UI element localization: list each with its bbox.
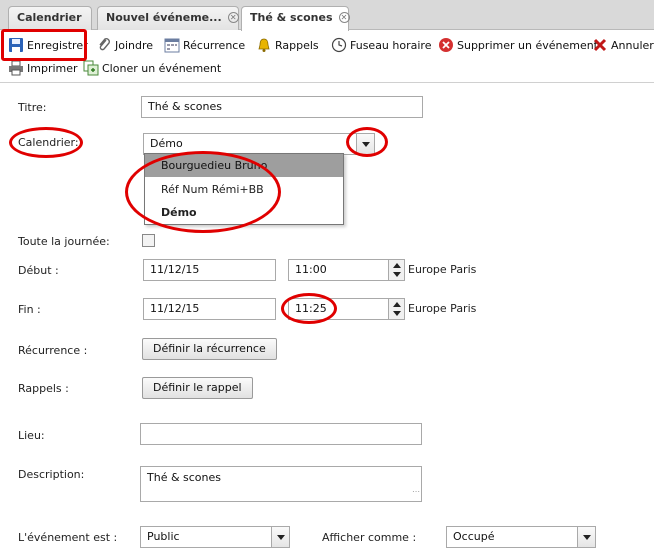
paperclip-icon xyxy=(99,38,110,51)
clone-icon xyxy=(83,60,99,76)
start-time-value: 11:00 xyxy=(295,263,327,276)
end-timezone: Europe Paris xyxy=(408,302,477,315)
timezone-button-label: Fuseau horaire xyxy=(350,39,432,52)
visibility-label: L'événement est : xyxy=(18,531,118,544)
location-label: Lieu: xyxy=(18,429,45,442)
tab-calendar[interactable]: Calendrier xyxy=(8,6,92,30)
calendar-select[interactable]: Démo xyxy=(143,133,375,155)
cancel-button[interactable]: Annuler xyxy=(592,36,654,56)
showas-select[interactable]: Occupé xyxy=(446,526,596,548)
title-label: Titre: xyxy=(18,101,47,114)
recurrence-label: Récurrence : xyxy=(18,344,88,357)
cancel-x-icon xyxy=(593,38,607,52)
printer-icon xyxy=(9,60,23,76)
dropdown-option[interactable]: Démo xyxy=(145,201,343,224)
close-icon[interactable]: ✕ xyxy=(227,12,239,23)
delete-event-button[interactable]: Supprimer un événement xyxy=(438,36,598,56)
recurrence-button[interactable]: Récurrence xyxy=(164,36,245,56)
start-timezone: Europe Paris xyxy=(408,263,477,276)
tab-label: Thé & scones xyxy=(250,11,333,24)
clock-icon xyxy=(331,37,347,53)
arrow-down-icon[interactable] xyxy=(393,272,401,277)
save-button[interactable]: Enregistrer xyxy=(8,36,88,56)
reminders-button[interactable]: Rappels xyxy=(256,36,319,56)
title-input[interactable]: Thé & scones xyxy=(141,96,423,118)
visibility-select[interactable]: Public xyxy=(140,526,290,548)
cancel-button-label: Annuler xyxy=(611,39,654,52)
arrow-down-icon[interactable] xyxy=(393,311,401,316)
time-stepper[interactable] xyxy=(388,260,404,280)
visibility-select-value: Public xyxy=(147,530,180,543)
showas-label: Afficher comme : xyxy=(322,531,417,544)
showas-select-value: Occupé xyxy=(453,530,495,543)
dropdown-option[interactable]: Bourguedieu Bruno xyxy=(145,154,343,177)
define-recurrence-button[interactable]: Définir la récurrence xyxy=(142,338,277,360)
close-icon[interactable]: ✕ xyxy=(338,12,350,23)
arrow-up-icon[interactable] xyxy=(393,263,401,268)
attach-button[interactable]: Joindre xyxy=(96,36,153,56)
print-button-label: Imprimer xyxy=(27,62,78,75)
attach-button-label: Joindre xyxy=(115,39,154,52)
calendar-dropdown-list: Bourguedieu Bruno Réf Num Rémi+BB Démo xyxy=(144,153,344,225)
reminders-label: Rappels : xyxy=(18,382,69,395)
start-date-input[interactable]: 11/12/15 xyxy=(143,259,276,281)
dropdown-option[interactable]: Réf Num Rémi+BB xyxy=(145,178,343,201)
tab-new-event[interactable]: Nouvel événeme... ✕ xyxy=(97,6,239,30)
start-time-input[interactable]: 11:00 xyxy=(288,259,405,281)
end-time-input[interactable]: 11:25 xyxy=(288,298,405,320)
floppy-disk-icon xyxy=(9,38,23,52)
calendar-select-value: Démo xyxy=(150,137,183,150)
chevron-down-icon[interactable] xyxy=(271,527,289,547)
description-textarea[interactable]: Thé & scones ⋯ xyxy=(140,466,422,502)
print-button[interactable]: Imprimer xyxy=(8,59,78,79)
end-time-value: 11:25 xyxy=(295,302,327,315)
arrow-up-icon[interactable] xyxy=(393,302,401,307)
end-date-input[interactable]: 11/12/15 xyxy=(143,298,276,320)
description-value: Thé & scones xyxy=(147,471,222,484)
clone-event-button[interactable]: Cloner un événement xyxy=(83,59,221,79)
start-label: Début : xyxy=(18,264,59,277)
allday-checkbox[interactable] xyxy=(142,234,155,247)
delete-icon xyxy=(439,38,453,52)
tab-label: Nouvel événeme... xyxy=(106,11,222,24)
location-input[interactable] xyxy=(140,423,422,445)
tab-bar: Calendrier Nouvel événeme... ✕ Thé & scon… xyxy=(0,0,654,31)
define-reminder-button[interactable]: Définir le rappel xyxy=(142,377,253,399)
chevron-down-icon[interactable] xyxy=(356,134,374,154)
calendar-icon xyxy=(164,38,180,53)
recurrence-button-label: Récurrence xyxy=(183,39,246,52)
calendar-label: Calendrier: xyxy=(18,136,79,149)
reminders-button-label: Rappels xyxy=(275,39,319,52)
chevron-down-icon[interactable] xyxy=(577,527,595,547)
allday-label: Toute la journée: xyxy=(18,235,110,248)
save-button-label: Enregistrer xyxy=(27,39,88,52)
resize-handle-icon[interactable]: ⋯ xyxy=(412,484,420,500)
timezone-button[interactable]: Fuseau horaire xyxy=(331,36,431,56)
bell-icon xyxy=(258,38,270,52)
clone-event-button-label: Cloner un événement xyxy=(102,62,222,75)
toolbar: Enregistrer Joindre Récurrence Rappels F… xyxy=(0,29,654,83)
tab-label: Calendrier xyxy=(17,11,82,24)
end-label: Fin : xyxy=(18,303,41,316)
delete-event-button-label: Supprimer un événement xyxy=(457,39,598,52)
description-label: Description: xyxy=(18,468,85,481)
time-stepper[interactable] xyxy=(388,299,404,319)
tab-the-scones[interactable]: Thé & scones ✕ xyxy=(241,6,350,31)
